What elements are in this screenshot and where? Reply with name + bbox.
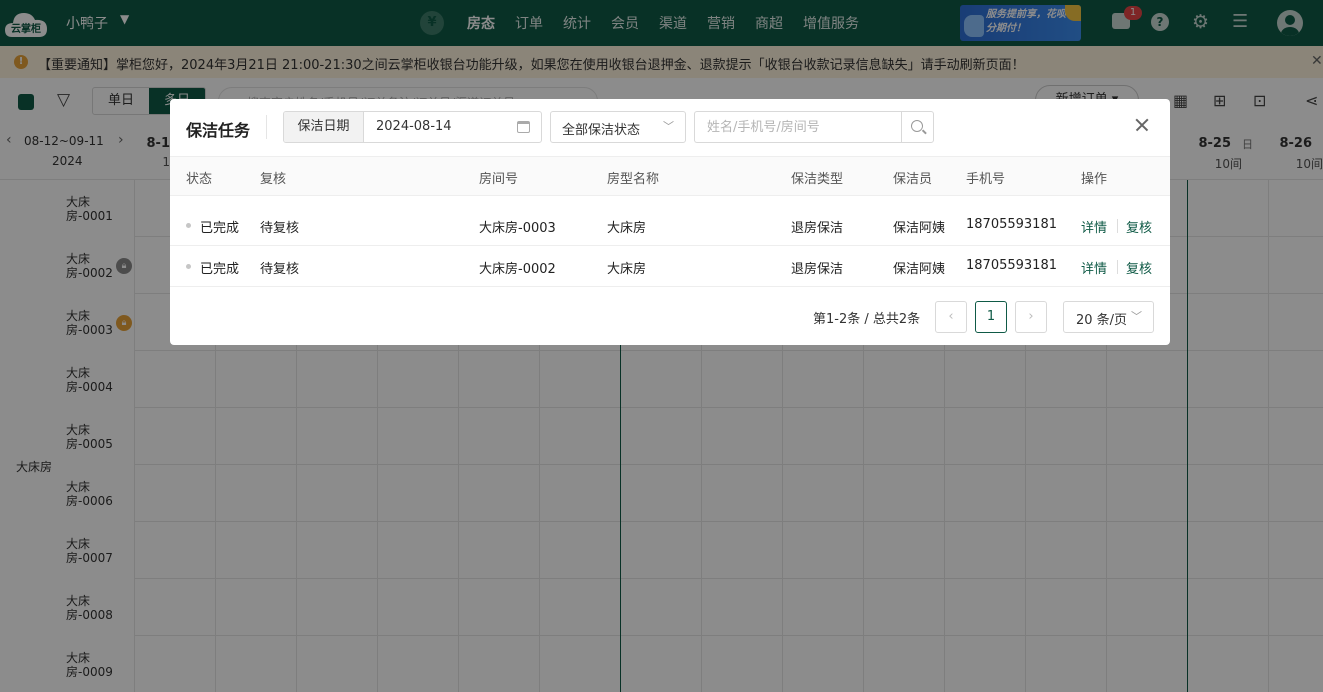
recheck-link[interactable]: 复核 — [1126, 258, 1152, 277]
cell-phone: 18705593181 — [966, 258, 1057, 273]
page-number-button[interactable]: 1 — [975, 301, 1007, 333]
cleaning-date-value[interactable]: 2024-08-14 — [376, 112, 452, 142]
chevron-down-icon: ﹀ — [663, 120, 674, 133]
page-size-select[interactable]: 20 条/页 ﹀ — [1063, 301, 1154, 333]
table-row: 已完成 待复核 大床房-0003 大床房 退房保洁 保洁阿姨 187055931… — [170, 205, 1170, 246]
cleaning-task-modal: 保洁任务 保洁日期 2024-08-14 全部保洁状态 ﹀ 状态 复核 房间号 … — [170, 99, 1170, 345]
cell-review: 待复核 — [260, 262, 300, 277]
column-header: 保洁员 — [893, 172, 933, 187]
status-select-value: 全部保洁状态 — [562, 123, 641, 138]
column-header: 状态 — [186, 172, 213, 187]
cell-room-no: 大床房-0003 — [479, 221, 556, 236]
cleaning-date-label: 保洁日期 — [284, 112, 364, 142]
cell-cleaner: 保洁阿姨 — [893, 262, 946, 277]
column-header: 手机号 — [966, 172, 1006, 187]
cell-room-type: 大床房 — [607, 221, 647, 236]
pagination-total: 第1-2条 / 总共2条 — [813, 312, 921, 327]
cell-room-type: 大床房 — [607, 262, 647, 277]
close-icon[interactable] — [1132, 115, 1152, 135]
status-dot — [186, 223, 191, 228]
cell-status: 已完成 — [200, 221, 240, 236]
cell-status: 已完成 — [200, 262, 240, 277]
column-header: 复核 — [260, 172, 287, 187]
chevron-down-icon: ﹀ — [1131, 310, 1142, 323]
status-dot — [186, 264, 191, 269]
next-page-button[interactable]: › — [1015, 301, 1047, 333]
calendar-icon[interactable] — [517, 121, 530, 133]
cell-review: 待复核 — [260, 221, 300, 236]
cell-room-no: 大床房-0002 — [479, 262, 556, 277]
recheck-link[interactable]: 复核 — [1126, 217, 1152, 236]
prev-page-button[interactable]: ‹ — [935, 301, 967, 333]
column-header: 房间号 — [479, 172, 519, 187]
cell-cleaner: 保洁阿姨 — [893, 221, 946, 236]
page-size-value: 20 条/页 — [1076, 313, 1128, 328]
detail-link[interactable]: 详情 — [1081, 217, 1107, 236]
table-row: 已完成 待复核 大床房-0002 大床房 退房保洁 保洁阿姨 187055931… — [170, 246, 1170, 287]
cleaning-status-select[interactable]: 全部保洁状态 ﹀ — [550, 111, 686, 143]
column-header: 保洁类型 — [791, 172, 844, 187]
column-header: 操作 — [1081, 172, 1108, 187]
modal-title: 保洁任务 — [186, 121, 251, 140]
column-header: 房型名称 — [607, 172, 660, 187]
keyword-search-input[interactable] — [694, 111, 902, 143]
table-header: 状态 复核 房间号 房型名称 保洁类型 保洁员 手机号 操作 — [170, 156, 1170, 196]
cell-clean-type: 退房保洁 — [791, 221, 844, 236]
title-divider — [266, 115, 267, 139]
search-icon[interactable] — [901, 111, 934, 143]
cell-phone: 18705593181 — [966, 217, 1057, 232]
detail-link[interactable]: 详情 — [1081, 258, 1107, 277]
cell-clean-type: 退房保洁 — [791, 262, 844, 277]
op-divider — [1117, 219, 1118, 233]
op-divider — [1117, 260, 1118, 274]
cleaning-date-picker[interactable]: 保洁日期 2024-08-14 — [283, 111, 542, 143]
